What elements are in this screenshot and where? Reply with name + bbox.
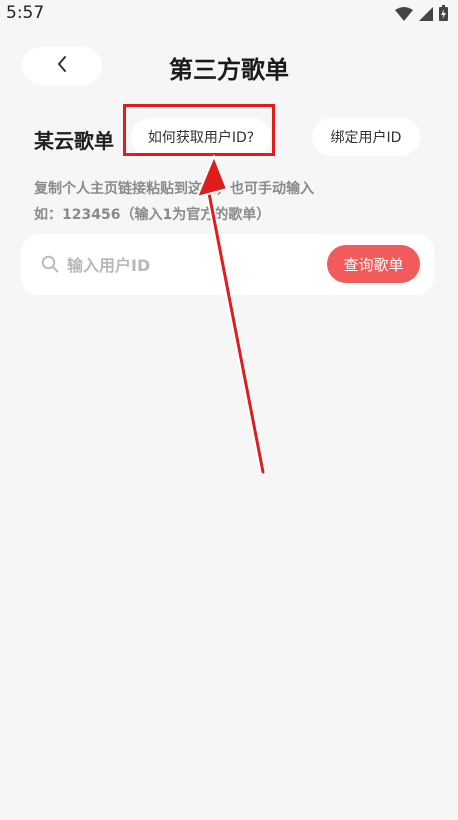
hint-line-1: 复制个人主页链接粘贴到这里，也可手动输入 — [34, 181, 314, 197]
wifi-icon — [395, 6, 413, 25]
bind-user-id-button[interactable]: 绑定用户ID — [312, 118, 420, 156]
user-id-input[interactable] — [65, 250, 299, 280]
status-time: 5:57 — [6, 3, 45, 23]
status-bar: 5:57 — [0, 0, 458, 28]
hint-text: 复制个人主页链接粘贴到这里，也可手动输入 如：123456（输入1为官方的歌单） — [34, 176, 364, 228]
status-icons — [395, 5, 448, 25]
battery-charging-icon — [439, 5, 448, 25]
query-playlist-button[interactable]: 查询歌单 — [327, 245, 420, 283]
signal-icon — [419, 6, 433, 25]
search-card: 查询歌单 — [21, 234, 434, 295]
page-title: 第三方歌单 — [169, 56, 289, 84]
section-label: 某云歌单 — [34, 129, 114, 153]
hint-line-2: 如：123456（输入1为官方的歌单） — [34, 207, 271, 223]
search-icon — [41, 255, 59, 277]
annotation-highlight-box — [123, 104, 275, 156]
